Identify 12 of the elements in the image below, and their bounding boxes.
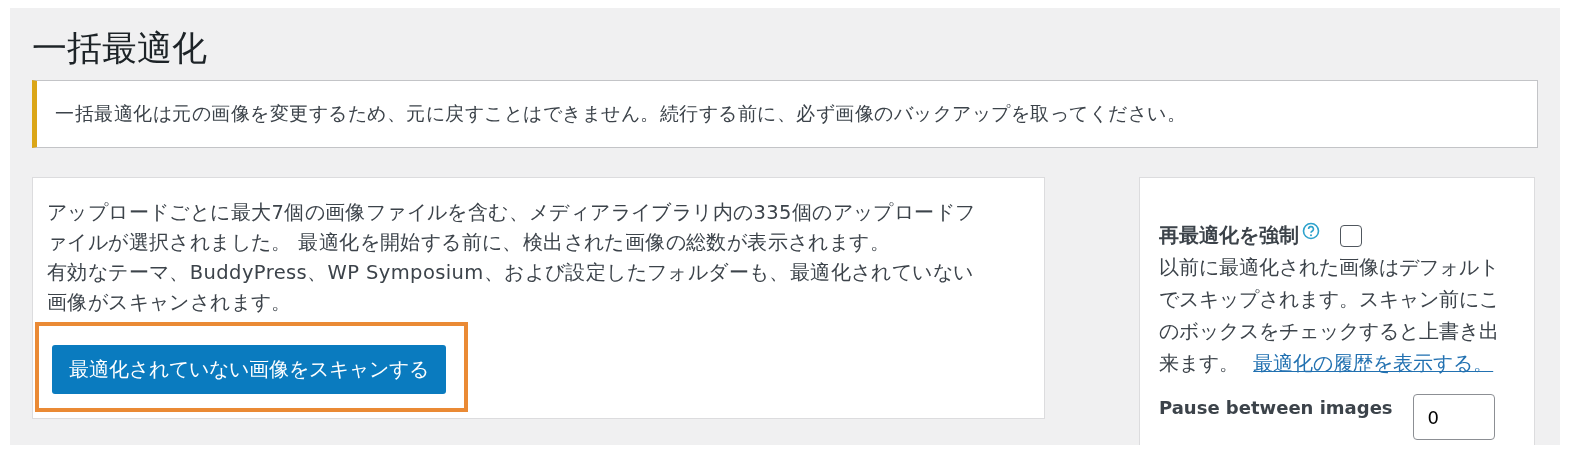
description-text: 有効なテーマ、BuddyPress、WP Symposium、および設定したフォルダーも、最適化されていない画像がスキャンされます。 bbox=[47, 260, 975, 316]
warning-text: 一括最適化は元の画像を変更するため、元に戻すことはできません。続行する前に、必ず画像のバックアップを取ってください。 bbox=[55, 101, 1186, 126]
force-label: 再最適化を強制 bbox=[1159, 223, 1299, 249]
history-link[interactable]: 最適化の履歴を表示する。 bbox=[1253, 352, 1494, 375]
help-icon[interactable] bbox=[1302, 222, 1320, 240]
pause-label: Pause between images bbox=[1159, 397, 1393, 418]
force-description: 以前に最適化された画像はデフォルトでスキップされます。スキャン前にこのボックスをチェックすると上書き出来ます。 最適化の履歴を表示する。 bbox=[1159, 255, 1500, 377]
description-text: アップロードごとに最大7個の画像ファイルを含む、メディアライブラリ内の335個のアップロードファイルが選択されました。 最適化を開始する前に、検出された画像の総数が表示されます。 bbox=[47, 200, 977, 256]
page-title: 一括最適化 bbox=[32, 27, 208, 70]
force-checkbox[interactable] bbox=[1340, 225, 1362, 247]
pause-input[interactable]: 0 bbox=[1412, 394, 1495, 440]
scan-button[interactable]: 最適化されていない画像をスキャンする bbox=[52, 345, 446, 394]
